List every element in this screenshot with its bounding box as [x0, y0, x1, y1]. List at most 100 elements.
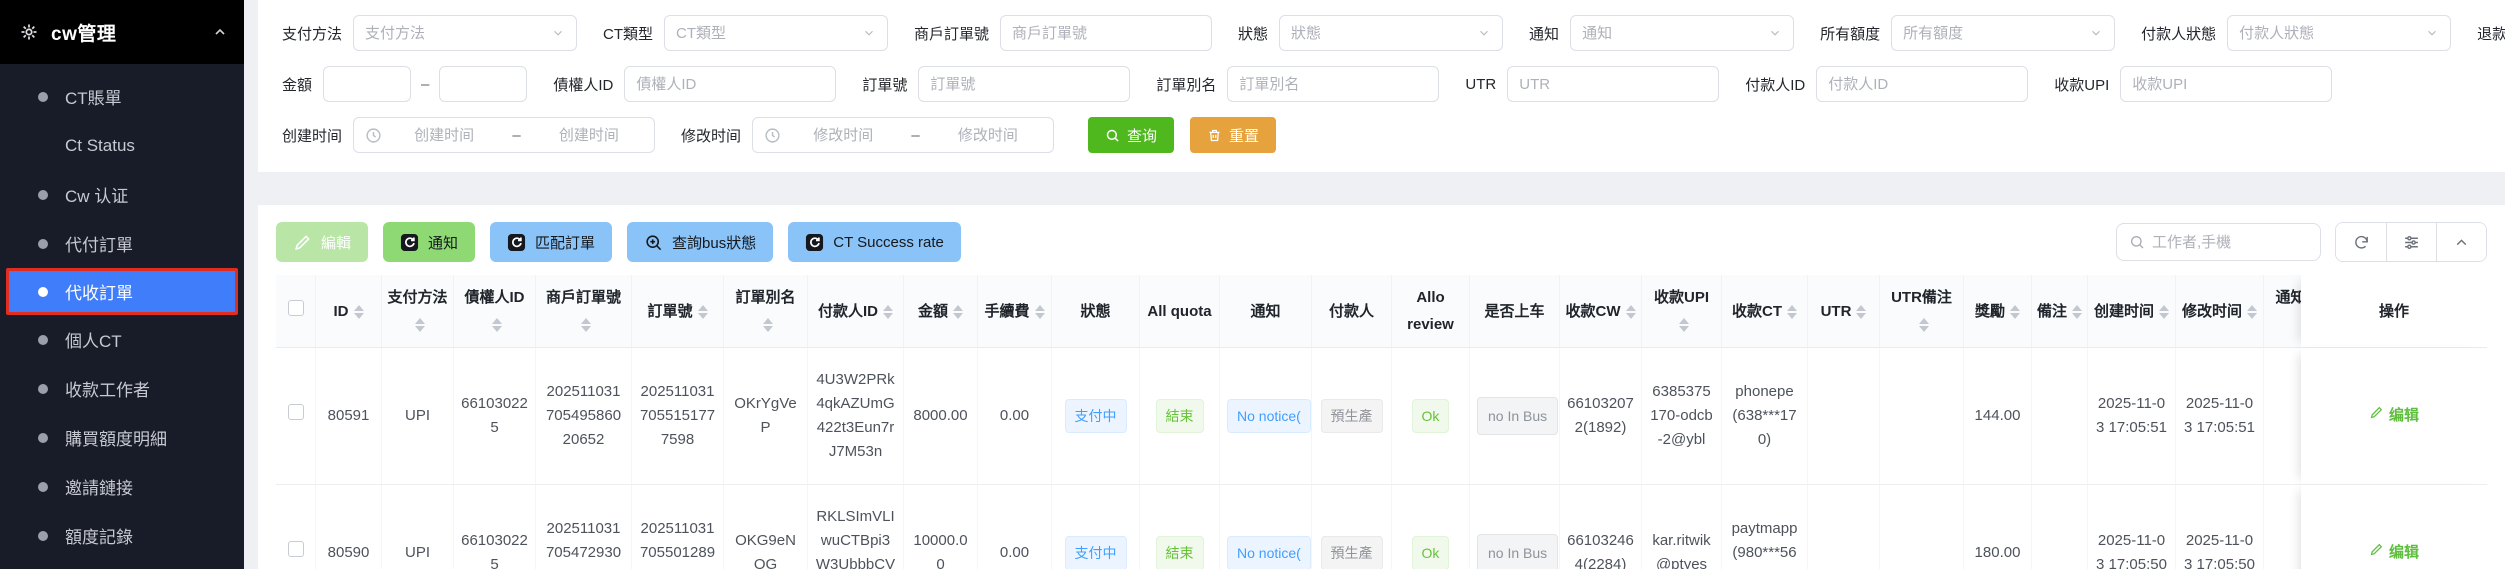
recv-upi-input-box[interactable] [2120, 66, 2332, 102]
merchant-order-no-input-box[interactable] [1000, 15, 1212, 51]
pay-method-select[interactable] [353, 15, 577, 51]
status-select-value[interactable] [1291, 25, 1471, 42]
worker-search-box[interactable] [2116, 223, 2321, 261]
sort-icon[interactable] [698, 305, 708, 319]
in_bus-tag[interactable]: no In Bus [1477, 397, 1558, 435]
all-quota-select[interactable] [1891, 15, 2115, 51]
col-header-order_no[interactable]: 訂單號 [632, 275, 724, 348]
in_bus-tag[interactable]: no In Bus [1477, 534, 1558, 569]
row-checkbox[interactable] [288, 404, 304, 420]
col-header-recv_upi[interactable]: 收款UPI [1642, 275, 1722, 348]
payer-id-input[interactable] [1828, 76, 2016, 93]
sidebar-item-6[interactable]: 收款工作者 [0, 364, 244, 413]
col-header-creditor_id[interactable]: 債權人ID [454, 275, 536, 348]
sidebar-item-2[interactable]: Cw 认证 [0, 170, 244, 219]
payer-status-select[interactable] [2227, 15, 2451, 51]
ct-type-select[interactable] [664, 15, 888, 51]
reset-button[interactable]: 重置 [1190, 117, 1276, 153]
toolbar-button-3[interactable]: 查詢bus狀態 [627, 222, 773, 262]
sort-icon[interactable] [953, 305, 963, 319]
creditor-id-input-box[interactable] [624, 66, 836, 102]
sidebar-item-5[interactable]: 個人CT [0, 315, 244, 364]
table-scroll-area[interactable]: ID支付方法債權人ID商戶訂單號訂單號訂單別名付款人ID金額手續費狀態All q… [276, 275, 2487, 569]
sort-icon[interactable] [1787, 305, 1797, 319]
edit-row-link[interactable]: 编辑 [2369, 541, 2419, 565]
amount-min-input[interactable] [335, 76, 399, 93]
amount-max-input[interactable] [451, 76, 515, 93]
sidebar-item-1[interactable]: Ct Status [0, 121, 244, 170]
col-header-recv_ct[interactable]: 收款CT [1722, 275, 1808, 348]
refresh-button[interactable] [2336, 223, 2386, 261]
order-no-input[interactable] [930, 76, 1118, 93]
col-header-amount[interactable]: 金額 [904, 275, 978, 348]
recv-upi-input[interactable] [2132, 76, 2320, 93]
status-select[interactable] [1279, 15, 1503, 51]
order-alias-input-box[interactable] [1227, 66, 1439, 102]
merchant-order-no-input[interactable] [1012, 25, 1200, 42]
created-date-range[interactable]: – [353, 117, 655, 153]
col-header-reward[interactable]: 獎勵 [1964, 275, 2032, 348]
sidebar-item-9[interactable]: 額度記錄 [0, 511, 244, 560]
edit-row-link[interactable]: 编辑 [2369, 404, 2419, 428]
row-checkbox[interactable] [288, 541, 304, 557]
amount-min-input-box[interactable] [323, 66, 411, 102]
pay-method-select-value[interactable] [365, 25, 545, 42]
toolbar-button-0[interactable]: 編輯 [276, 222, 368, 262]
sort-icon[interactable] [2010, 305, 2020, 319]
toolbar-button-1[interactable]: 通知 [383, 222, 475, 262]
col-header-created_at[interactable]: 创建时间 [2088, 275, 2176, 348]
notice-select-value[interactable] [1582, 25, 1762, 42]
utr-input[interactable] [1519, 76, 1707, 93]
created-start-input[interactable] [390, 127, 498, 144]
col-header-order_alias[interactable]: 訂單別名 [724, 275, 808, 348]
collapse-button[interactable] [2436, 223, 2486, 261]
amount-max-input-box[interactable] [439, 66, 527, 102]
sidebar-item-7[interactable]: 購買額度明細 [0, 413, 244, 462]
utr-input-box[interactable] [1507, 66, 1719, 102]
all-quota-select-value[interactable] [1903, 25, 2083, 42]
ct-type-select-value[interactable] [676, 25, 856, 42]
sort-icon[interactable] [415, 318, 425, 332]
sort-icon[interactable] [1919, 318, 1929, 332]
sidebar-item-0[interactable]: CT賬單 [0, 72, 244, 121]
sort-icon[interactable] [1679, 318, 1689, 332]
sort-icon[interactable] [883, 305, 893, 319]
worker-search-input[interactable] [2152, 234, 2308, 251]
updated-start-input[interactable] [789, 127, 897, 144]
col-header-recv_cw[interactable]: 收款CW [1560, 275, 1642, 348]
updated-end-input[interactable] [934, 127, 1042, 144]
col-header-updated_at[interactable]: 修改时间 [2176, 275, 2264, 348]
order-alias-input[interactable] [1239, 76, 1427, 93]
sort-icon[interactable] [763, 318, 773, 332]
column-settings-button[interactable] [2386, 223, 2436, 261]
sort-icon[interactable] [2072, 305, 2082, 319]
sort-icon[interactable] [1856, 305, 1866, 319]
sidebar-item-8[interactable]: 邀請鏈接 [0, 462, 244, 511]
sort-icon[interactable] [2159, 305, 2169, 319]
payer-id-input-box[interactable] [1816, 66, 2028, 102]
created-end-input[interactable] [535, 127, 643, 144]
sort-icon[interactable] [1626, 305, 1636, 319]
collapse-chevron-icon[interactable] [212, 24, 228, 40]
col-header-id[interactable]: ID [316, 275, 382, 348]
payer-status-select-value[interactable] [2239, 25, 2419, 42]
select-all-checkbox[interactable] [288, 300, 304, 316]
col-header-merchant_order_no[interactable]: 商戶訂單號 [536, 275, 632, 348]
query-button[interactable]: 查询 [1088, 117, 1174, 153]
sort-icon[interactable] [2247, 305, 2257, 319]
creditor-id-input[interactable] [636, 76, 824, 93]
toolbar-button-2[interactable]: 匹配訂單 [490, 222, 612, 262]
notice-select[interactable] [1570, 15, 1794, 51]
sort-icon[interactable] [354, 305, 364, 319]
updated-date-range[interactable]: – [752, 117, 1054, 153]
sidebar-item-3[interactable]: 代付訂單 [0, 219, 244, 268]
col-header-fee[interactable]: 手續費 [978, 275, 1052, 348]
order-no-input-box[interactable] [918, 66, 1130, 102]
toolbar-button-4[interactable]: CT Success rate [788, 222, 961, 262]
col-header-pay_method[interactable]: 支付方法 [382, 275, 454, 348]
col-header-utr[interactable]: UTR [1808, 275, 1880, 348]
col-header-note[interactable]: 備注 [2032, 275, 2088, 348]
col-header-utr_note[interactable]: UTR備注 [1880, 275, 1964, 348]
sort-icon[interactable] [492, 318, 502, 332]
col-header-payer_id[interactable]: 付款人ID [808, 275, 904, 348]
